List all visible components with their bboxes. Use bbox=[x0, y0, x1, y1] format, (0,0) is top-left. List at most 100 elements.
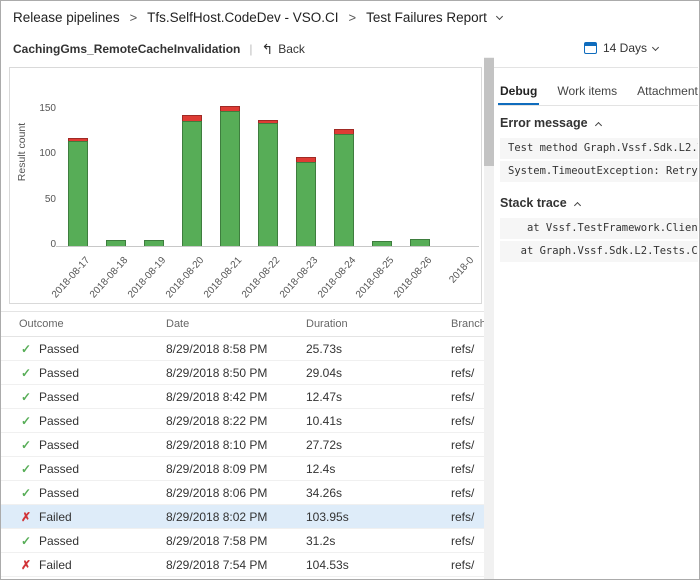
outcome-cell: ✓ Passed bbox=[19, 486, 166, 500]
panel-content: Error message Test method Graph.Vssf.Sdk.… bbox=[498, 106, 698, 578]
y-tick-label: 150 bbox=[39, 102, 56, 114]
branch-cell: refs/ bbox=[451, 413, 475, 428]
bar-failed[interactable] bbox=[68, 138, 88, 141]
duration-cell: 104.53s bbox=[306, 557, 349, 572]
section-error-message-header[interactable]: Error message bbox=[500, 116, 698, 130]
outcome-cell: ✗ Failed bbox=[19, 558, 166, 572]
duration-cell: 103.95s bbox=[306, 509, 349, 524]
date-cell: 8/29/2018 8:10 PM bbox=[166, 437, 268, 452]
duration-cell: 31.2s bbox=[306, 533, 336, 548]
tab-work-items[interactable]: Work items bbox=[555, 78, 619, 105]
branch-cell: refs/ bbox=[451, 389, 475, 404]
date-cell: 8/29/2018 8:58 PM bbox=[166, 341, 268, 356]
column-header-branch[interactable]: Branch bbox=[451, 318, 484, 330]
date-cell: 8/29/2018 8:42 PM bbox=[166, 389, 268, 404]
back-label: Back bbox=[278, 42, 305, 56]
breadcrumb-separator: > bbox=[129, 10, 138, 25]
x-tick-label: 2018-08-23 bbox=[277, 255, 321, 301]
chart-plot: 0501001502002018-08-172018-08-182018-08-… bbox=[10, 68, 481, 303]
date-cell: 8/29/2018 8:06 PM bbox=[166, 485, 268, 500]
bar-passed[interactable] bbox=[258, 123, 278, 246]
test-failures-report-page: Release pipelines > Tfs.SelfHost.CodeDev -… bbox=[0, 0, 700, 580]
passed-icon: ✓ bbox=[20, 389, 32, 404]
column-header-duration[interactable]: Duration bbox=[306, 318, 451, 330]
bar-passed[interactable] bbox=[372, 241, 392, 246]
branch-cell: refs/ bbox=[451, 341, 475, 356]
code-line: Test method Graph.Vssf.Sdk.L2.Tests.C bbox=[500, 138, 698, 159]
x-tick-label: 2018-08-19 bbox=[125, 255, 169, 301]
x-tick-label: 2018-08-26 bbox=[391, 255, 435, 301]
duration-cell: 29.04s bbox=[306, 365, 343, 380]
table-row[interactable]: ✓ Passed 8/29/2018 8:09 PM 12.4s refs/ bbox=[1, 457, 484, 481]
bar-passed[interactable] bbox=[106, 240, 126, 246]
duration-cell: 27.72s bbox=[306, 437, 343, 452]
bar-passed[interactable] bbox=[68, 141, 88, 246]
passed-icon: ✓ bbox=[20, 437, 32, 452]
bar-failed[interactable] bbox=[258, 120, 278, 123]
column-header-outcome[interactable]: Outcome bbox=[19, 318, 166, 330]
table-row[interactable]: ✗ Failed 8/29/2018 7:54 PM 104.53s refs/ bbox=[1, 553, 484, 577]
branch-cell: refs/ bbox=[451, 509, 475, 524]
code-line: at Vssf.TestFramework.Client.Comm bbox=[500, 218, 698, 239]
outcome-label: Failed bbox=[39, 557, 72, 572]
y-tick-label-clipped: 200 bbox=[16, 68, 56, 72]
vertical-scrollbar[interactable] bbox=[484, 57, 494, 579]
bar-passed[interactable] bbox=[220, 111, 240, 246]
section-stack-trace-header[interactable]: Stack trace bbox=[500, 196, 698, 210]
x-tick-label: 2018-08-17 bbox=[49, 255, 93, 301]
x-tick-label: 2018-08-20 bbox=[163, 255, 207, 301]
toolbar: CachingGms_RemoteCacheInvalidation | ↰ B… bbox=[13, 42, 305, 56]
y-tick-label: 100 bbox=[39, 148, 56, 159]
table-body: ✓ Passed 8/29/2018 8:58 PM 25.73s refs/ ✓ Pass… bbox=[1, 337, 484, 577]
outcome-cell: ✗ Failed bbox=[19, 510, 166, 524]
bar-passed[interactable] bbox=[410, 239, 430, 246]
x-tick-label: 2018-08-22 bbox=[239, 255, 283, 301]
details-panel: 14 Days Debug Work items Attachments Error… bbox=[494, 33, 698, 578]
outcome-cell: ✓ Passed bbox=[19, 438, 166, 452]
table-row[interactable]: ✓ Passed 8/29/2018 7:58 PM 31.2s refs/ bbox=[1, 529, 484, 553]
bar-passed[interactable] bbox=[296, 162, 316, 246]
results-table: Outcome Date Duration Branch ✓ Passed 8/29/20… bbox=[1, 311, 484, 579]
branch-cell: refs/ bbox=[451, 437, 475, 452]
section-title: Stack trace bbox=[500, 196, 567, 210]
table-row[interactable]: ✓ Passed 8/29/2018 8:06 PM 34.26s refs/ bbox=[1, 481, 484, 505]
x-tick-label: 2018-08-25 bbox=[353, 255, 397, 301]
back-button[interactable]: ↰ Back bbox=[262, 42, 305, 56]
bar-failed[interactable] bbox=[182, 115, 202, 121]
bar-passed[interactable] bbox=[334, 134, 354, 246]
breadcrumb-item-2[interactable]: Tfs.SelfHost.CodeDev - VSO.CI bbox=[147, 10, 338, 25]
table-row[interactable]: ✓ Passed 8/29/2018 8:42 PM 12.47s refs/ bbox=[1, 385, 484, 409]
passed-icon: ✓ bbox=[20, 365, 32, 380]
y-tick-label: 50 bbox=[44, 193, 56, 205]
branch-cell: refs/ bbox=[451, 533, 475, 548]
outcome-label: Passed bbox=[39, 461, 80, 476]
tab-attachments[interactable]: Attachments bbox=[635, 78, 698, 105]
duration-cell: 25.73s bbox=[306, 341, 343, 356]
outcome-cell: ✓ Passed bbox=[19, 390, 166, 404]
x-tick-label: 2018-08-21 bbox=[201, 255, 245, 301]
table-row[interactable]: ✓ Passed 8/29/2018 8:22 PM 10.41s refs/ bbox=[1, 409, 484, 433]
breadcrumb-item-3[interactable]: Test Failures Report bbox=[366, 10, 487, 25]
bar-failed[interactable] bbox=[220, 106, 240, 111]
scrollbar-thumb[interactable] bbox=[484, 58, 494, 166]
bar-failed[interactable] bbox=[296, 157, 316, 162]
tab-debug[interactable]: Debug bbox=[498, 78, 540, 105]
bar-failed[interactable] bbox=[334, 129, 354, 134]
x-tick-label-partial: 2018-0 bbox=[447, 255, 477, 286]
calendar-icon bbox=[584, 42, 597, 54]
table-row[interactable]: ✓ Passed 8/29/2018 8:50 PM 29.04s refs/ bbox=[1, 361, 484, 385]
bar-passed[interactable] bbox=[182, 121, 202, 246]
outcome-label: Passed bbox=[39, 413, 80, 428]
outcome-cell: ✓ Passed bbox=[19, 534, 166, 548]
code-line: System.TimeoutException: Retry reache bbox=[500, 161, 698, 182]
table-row[interactable]: ✓ Passed 8/29/2018 8:10 PM 27.72s refs/ bbox=[1, 433, 484, 457]
table-row[interactable]: ✗ Failed 8/29/2018 8:02 PM 103.95s refs/ bbox=[1, 505, 484, 529]
column-header-date[interactable]: Date bbox=[166, 318, 306, 330]
breadcrumb-item-1[interactable]: Release pipelines bbox=[13, 10, 120, 25]
panel-divider bbox=[494, 67, 698, 68]
table-row[interactable]: ✓ Passed 8/29/2018 8:58 PM 25.73s refs/ bbox=[1, 337, 484, 361]
bar-passed[interactable] bbox=[144, 240, 164, 246]
outcome-cell: ✓ Passed bbox=[19, 342, 166, 356]
period-picker[interactable]: 14 Days bbox=[584, 41, 660, 55]
branch-cell: refs/ bbox=[451, 557, 475, 572]
